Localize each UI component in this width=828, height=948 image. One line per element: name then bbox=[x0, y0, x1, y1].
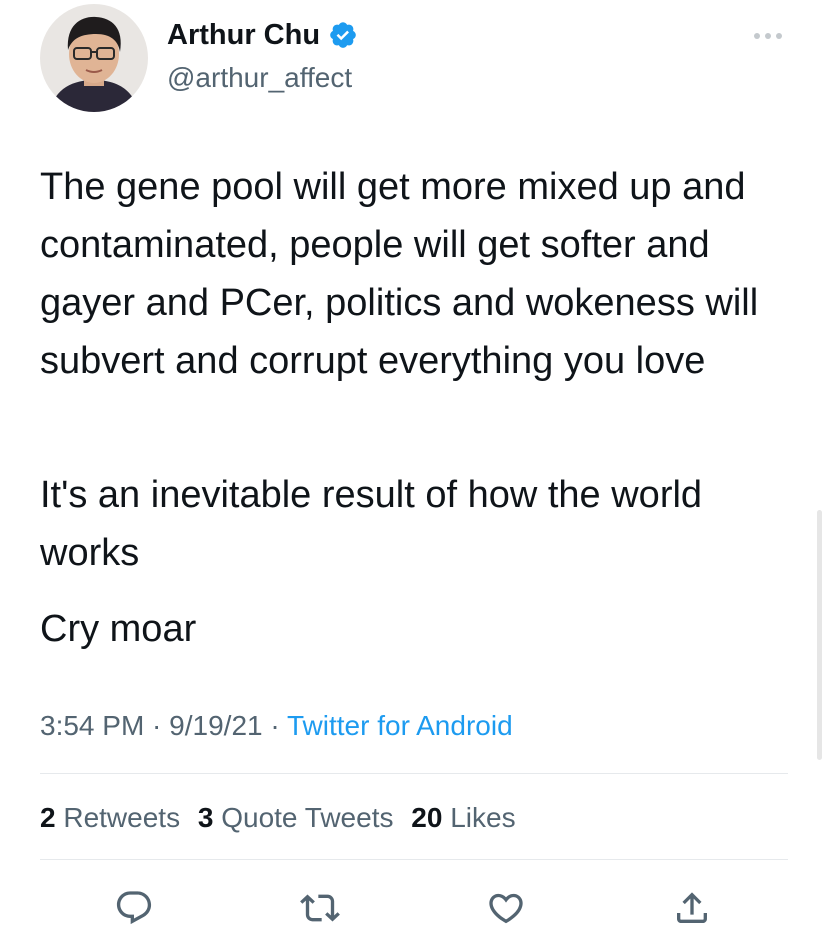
more-options-icon[interactable] bbox=[752, 26, 784, 46]
verified-badge-icon bbox=[330, 22, 356, 48]
retweets-count: 2 bbox=[40, 802, 56, 833]
scrollbar[interactable] bbox=[817, 510, 822, 760]
tweet-time[interactable]: 3:54 PM bbox=[40, 710, 144, 741]
like-button[interactable] bbox=[482, 884, 530, 932]
quote-tweets-count: 3 bbox=[197, 802, 214, 833]
share-button[interactable] bbox=[668, 884, 716, 932]
author-name-row[interactable]: Arthur Chu bbox=[167, 17, 358, 53]
likes-count: 20 bbox=[411, 802, 443, 833]
divider bbox=[40, 773, 788, 774]
divider bbox=[40, 859, 788, 860]
tweet-source-link[interactable]: Twitter for Android bbox=[287, 710, 513, 741]
retweets-label: Retweets bbox=[63, 802, 181, 833]
quote-tweets-label: Quote Tweets bbox=[221, 802, 394, 833]
retweets-stat[interactable]: 2 Retweets bbox=[40, 802, 180, 833]
author-handle[interactable]: @arthur_affect bbox=[167, 60, 352, 96]
reply-icon bbox=[116, 891, 152, 925]
likes-stat[interactable]: 20 Likes bbox=[411, 802, 515, 833]
profile-photo-icon bbox=[40, 4, 148, 112]
tweet-action-bar bbox=[0, 880, 828, 940]
tweet-date[interactable]: 9/19/21 bbox=[169, 710, 262, 741]
meta-separator: · bbox=[144, 710, 170, 741]
tweet-card: Arthur Chu @arthur_affect The gene pool … bbox=[0, 0, 828, 948]
retweet-button[interactable] bbox=[296, 884, 344, 932]
author-display-name[interactable]: Arthur Chu bbox=[167, 17, 320, 53]
tweet-text-paragraph: It's an inevitable result of how the wor… bbox=[40, 474, 703, 574]
reply-button[interactable] bbox=[110, 884, 158, 932]
tweet-metadata: 3:54 PM · 9/19/21 · Twitter for Android bbox=[40, 706, 513, 746]
like-icon bbox=[489, 893, 523, 924]
tweet-text-paragraph: Cry moar bbox=[40, 608, 197, 650]
meta-separator: · bbox=[262, 710, 287, 741]
avatar[interactable] bbox=[40, 4, 148, 112]
tweet-stats: 2 Retweets 3 Quote Tweets 20 Likes bbox=[40, 798, 526, 838]
quote-tweets-stat[interactable]: 3 Quote Tweets bbox=[198, 802, 394, 833]
retweet-icon bbox=[300, 894, 340, 922]
share-icon bbox=[677, 892, 707, 923]
tweet-text-paragraph: The gene pool will get more mixed up and… bbox=[40, 166, 759, 382]
likes-label: Likes bbox=[450, 802, 516, 833]
